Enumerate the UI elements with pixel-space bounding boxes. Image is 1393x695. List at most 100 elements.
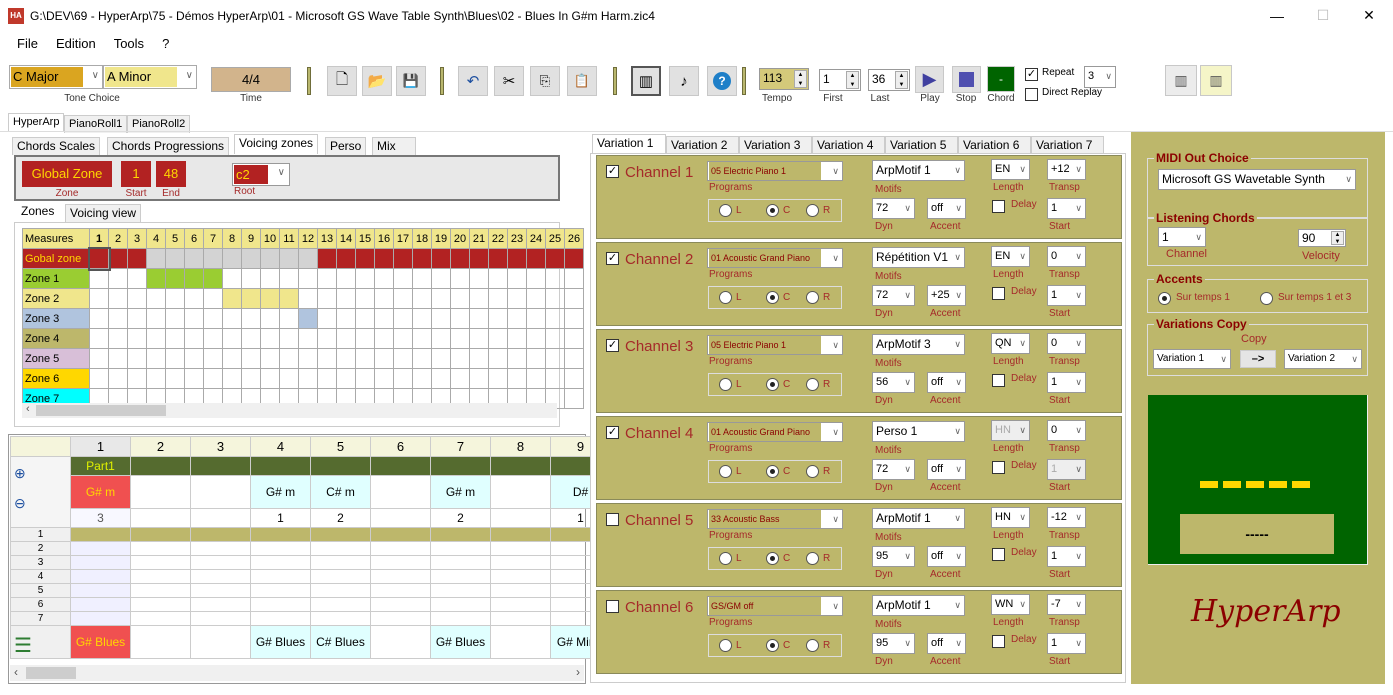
chord-cell[interactable]: G# m (430, 475, 491, 509)
motif-select[interactable]: ArpMotif 1 ∨ (872, 160, 965, 181)
scroll-right-icon[interactable]: › (576, 665, 580, 679)
voice-cell[interactable] (310, 569, 371, 584)
voice-cell[interactable] (190, 611, 251, 626)
voice-cell[interactable] (370, 611, 431, 626)
zone-cell[interactable] (165, 348, 185, 369)
start-select[interactable]: 1 ∨ (1047, 459, 1086, 480)
pan-center-radio[interactable] (766, 552, 779, 565)
zone-cell[interactable] (355, 248, 375, 269)
zone-cell[interactable] (203, 368, 223, 389)
menu-edition[interactable]: Edition (47, 33, 105, 55)
dyn-select[interactable]: 95 ∨ (872, 633, 915, 654)
pan-right-radio[interactable] (806, 291, 819, 304)
zone-cell[interactable] (374, 328, 394, 349)
zone-cell[interactable] (545, 248, 565, 269)
zone-cell[interactable] (431, 328, 451, 349)
chord-cell[interactable] (130, 475, 191, 509)
chord-grid-scrollbar[interactable]: ‹ › (10, 665, 584, 681)
voice-cell[interactable] (70, 569, 131, 584)
zone-cell[interactable] (108, 288, 128, 309)
zone-cell[interactable] (507, 248, 527, 269)
spin-arrows-icon[interactable]: ▲ ▼ (895, 71, 908, 89)
motif-select[interactable]: ArpMotif 3 ∨ (872, 334, 965, 355)
voice-cell[interactable] (310, 583, 371, 598)
zone-cell[interactable] (279, 328, 299, 349)
measure-header[interactable]: 23 (507, 228, 527, 249)
zone-cell[interactable] (241, 368, 261, 389)
zone-cell[interactable] (184, 308, 204, 329)
zone-cell[interactable] (526, 368, 546, 389)
chord-cell[interactable]: G# m (70, 475, 131, 509)
accent-select[interactable]: off ∨ (927, 198, 966, 219)
zone-cell[interactable] (184, 288, 204, 309)
voice-cell[interactable] (370, 583, 431, 598)
voice-cell[interactable] (310, 611, 371, 626)
zone-cell[interactable] (469, 268, 489, 289)
program-select[interactable]: GS/GM off ∨ (707, 596, 843, 616)
voice-cell[interactable] (190, 583, 251, 598)
voice-cell[interactable] (310, 541, 371, 556)
zone-cell[interactable] (222, 348, 242, 369)
column-header[interactable]: 2 (130, 436, 191, 457)
measure-header[interactable]: 22 (488, 228, 508, 249)
program-select[interactable]: 05 Electric Piano 1 ∨ (707, 161, 843, 181)
part-cell[interactable] (250, 456, 311, 476)
measure-header[interactable]: 6 (184, 228, 204, 249)
motif-select[interactable]: Perso 1 ∨ (872, 421, 965, 442)
voice-cell[interactable] (250, 555, 311, 570)
copy-button[interactable]: ⎘ (530, 66, 560, 96)
row-header[interactable]: 6 (10, 597, 71, 612)
zone-cell[interactable] (469, 368, 489, 389)
zone-cell[interactable] (393, 288, 413, 309)
zone-row-label[interactable]: Zone 5 (22, 348, 90, 369)
tone-minor-select[interactable]: A Minor ∨ (103, 65, 197, 89)
accent-select[interactable]: off ∨ (927, 459, 966, 480)
motif-select[interactable]: ArpMotif 1 ∨ (872, 595, 965, 616)
length-select[interactable]: WN ∨ (991, 594, 1030, 615)
transp-select[interactable]: +12 ∨ (1047, 159, 1086, 180)
channel-enable-checkbox[interactable]: ✓ (606, 165, 619, 178)
column-header[interactable]: 1 (70, 436, 131, 457)
voice-cell[interactable] (250, 569, 311, 584)
accent-option-1-radio[interactable] (1158, 292, 1171, 305)
zone-cell[interactable] (564, 268, 584, 289)
zone-cell[interactable] (336, 268, 356, 289)
measure-header[interactable]: 9 (241, 228, 261, 249)
voice-cell[interactable] (130, 569, 191, 584)
zone-cell[interactable] (393, 268, 413, 289)
copy-to-select[interactable]: Variation 2 ∨ (1284, 349, 1362, 369)
measure-header[interactable]: 25 (545, 228, 565, 249)
accent-select[interactable]: off ∨ (927, 372, 966, 393)
voice-cell[interactable] (190, 541, 251, 556)
count-cell[interactable] (490, 508, 551, 528)
voice-cell[interactable] (70, 583, 131, 598)
repeat-checkbox[interactable]: ✓ (1025, 68, 1038, 81)
zone-cell[interactable] (374, 248, 394, 269)
zone-cell[interactable] (488, 288, 508, 309)
column-header[interactable]: 8 (490, 436, 551, 457)
zone-cell[interactable] (545, 268, 565, 289)
scale-cell[interactable]: G# Blues (250, 625, 311, 659)
zone-cell[interactable] (165, 248, 185, 269)
voice-cell[interactable] (490, 583, 551, 598)
motif-select[interactable]: ArpMotif 1 ∨ (872, 508, 965, 529)
zone-row-label[interactable]: Zone 1 (22, 268, 90, 289)
zone-cell[interactable] (526, 268, 546, 289)
zone-cell[interactable] (222, 308, 242, 329)
zone-cell[interactable] (89, 308, 109, 329)
spin-arrows-icon[interactable]: ▲ ▼ (794, 70, 807, 88)
row-header[interactable]: 1 (10, 527, 71, 542)
tab-variation-5[interactable]: Variation 5 (885, 136, 958, 154)
zone-cell[interactable] (108, 308, 128, 329)
zone-cell[interactable] (431, 348, 451, 369)
voice-cell[interactable] (130, 583, 191, 598)
zone-cell[interactable] (184, 368, 204, 389)
count-cell[interactable]: 2 (310, 508, 371, 528)
note-button[interactable]: ♪ (669, 66, 699, 96)
length-select[interactable]: HN ∨ (991, 420, 1030, 441)
voice-cell[interactable] (250, 527, 311, 542)
zone-cell[interactable] (127, 328, 147, 349)
pan-center-radio[interactable] (766, 291, 779, 304)
zone-cell[interactable] (108, 348, 128, 369)
zone-cell[interactable] (279, 348, 299, 369)
